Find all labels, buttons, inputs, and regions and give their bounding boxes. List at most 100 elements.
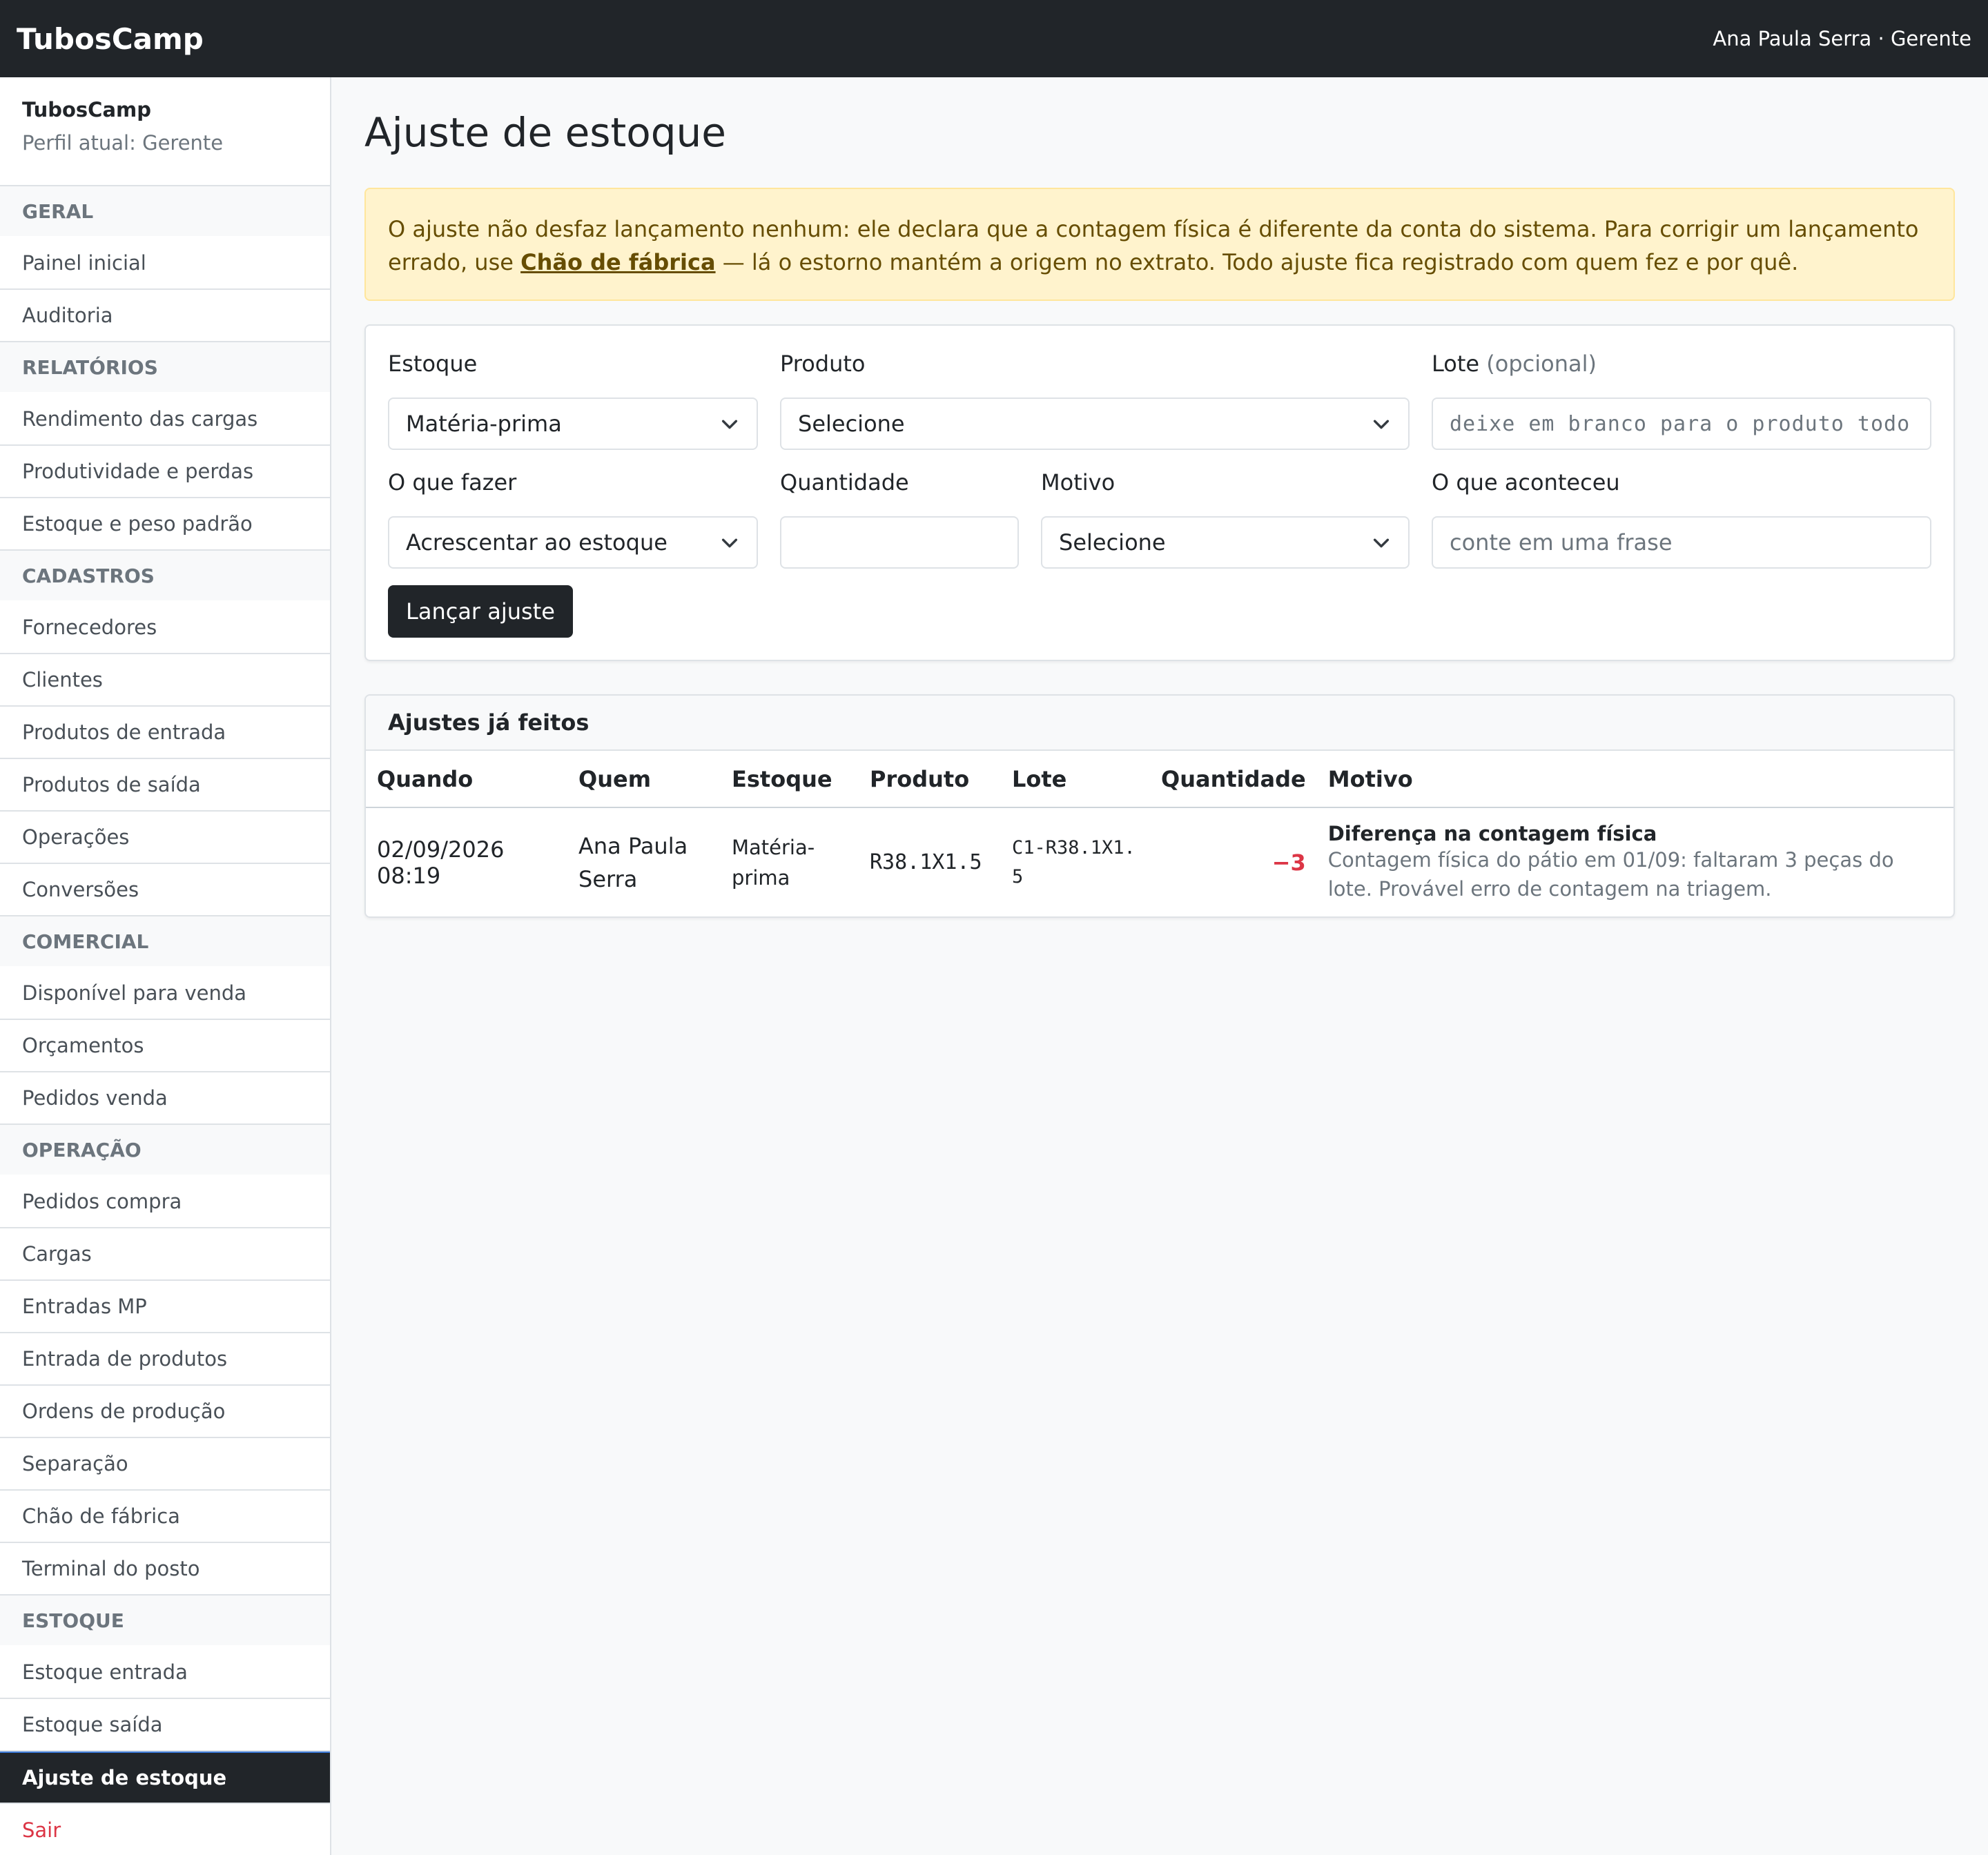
- lote-input[interactable]: deixe em branco para o produto todo: [1432, 398, 1931, 450]
- sidebar-item-clientes[interactable]: Clientes: [0, 654, 330, 707]
- sidebar-section-comercial: COMERCIAL: [0, 916, 330, 968]
- col-estoque[interactable]: Estoque: [721, 751, 859, 808]
- quantidade-label: Quantidade: [780, 469, 909, 495]
- history-header-row: Quando Quem Estoque Produto Lote Quantid…: [366, 751, 1953, 808]
- cell-quando: 02/09/2026 08:19: [377, 836, 505, 889]
- sidebar-item-entradas-mp[interactable]: Entradas MP: [0, 1281, 330, 1333]
- sidebar-section-relatorios: RELATÓRIOS: [0, 342, 330, 393]
- lote-label-optional: (opcional): [1486, 351, 1597, 377]
- cell-estoque: Matéria-prima: [732, 835, 815, 890]
- cell-quantidade: −3: [1271, 849, 1306, 876]
- info-alert: O ajuste não desfaz lançamento nenhum: e…: [364, 188, 1955, 301]
- motivo-description: Contagem física do pátio em 01/09: falta…: [1327, 847, 1894, 901]
- top-navbar: TubosCamp Ana Paula Serra · Gerente: [0, 0, 1988, 77]
- sidebar-item-ajuste[interactable]: Ajuste de estoque: [0, 1751, 330, 1804]
- alert-text-after: — lá o estorno mantém a origem no extrat…: [715, 249, 1799, 275]
- sidebar-section-estoque: ESTOQUE: [0, 1596, 330, 1647]
- cell-lote: C1-R38.1X1.5: [1012, 836, 1136, 887]
- sidebar-profile: Perfil atual: Gerente: [22, 131, 224, 155]
- col-produto[interactable]: Produto: [859, 751, 1001, 808]
- field-lote: Lote (opcional) deixe em branco para o p…: [1432, 351, 1931, 450]
- sidebar-item-terminal[interactable]: Terminal do posto: [0, 1543, 330, 1596]
- sidebar-item-rendimento[interactable]: Rendimento das cargas: [0, 393, 330, 446]
- sidebar-item-estoque-peso[interactable]: Estoque e peso padrão: [0, 498, 330, 551]
- sidebar-item-auditoria[interactable]: Auditoria: [0, 290, 330, 342]
- alert-link-chao-fabrica[interactable]: Chão de fábrica: [520, 249, 715, 275]
- col-motivo[interactable]: Motivo: [1316, 751, 1953, 808]
- submit-adjust-button[interactable]: Lançar ajuste: [388, 585, 573, 638]
- cell-quem: Ana Paula Serra: [578, 832, 688, 892]
- sidebar-company-name: TubosCamp: [22, 98, 152, 121]
- chevron-down-icon: [721, 420, 738, 429]
- sidebar-item-cargas[interactable]: Cargas: [0, 1228, 330, 1281]
- motivo-select[interactable]: Selecione: [1041, 516, 1410, 569]
- sidebar-section-operacao: OPERAÇÃO: [0, 1125, 330, 1176]
- field-estoque: Estoque Matéria-prima: [388, 351, 758, 450]
- acao-label: O que fazer: [388, 469, 517, 495]
- sidebar-section-geral: GERAL: [0, 186, 330, 237]
- adjust-form: Estoque Matéria-prima Produto Selecione …: [364, 324, 1955, 661]
- page-title: Ajuste de estoque: [364, 109, 726, 156]
- aconteceu-input[interactable]: conte em uma frase: [1432, 516, 1931, 569]
- produto-select[interactable]: Selecione: [780, 398, 1410, 450]
- sidebar-item-disponivel[interactable]: Disponível para venda: [0, 968, 330, 1020]
- current-user: Ana Paula Serra · Gerente: [1713, 27, 1971, 50]
- estoque-select[interactable]: Matéria-prima: [388, 398, 758, 450]
- history-card: Ajustes já feitos Quando Quem Estoque Pr…: [364, 694, 1955, 918]
- aconteceu-input-placeholder: conte em uma frase: [1450, 529, 1673, 556]
- field-motivo: Motivo Selecione: [1041, 469, 1410, 569]
- history-title: Ajustes já feitos: [366, 696, 1953, 751]
- sidebar: TubosCamp Perfil atual: Gerente GERAL Pa…: [0, 77, 331, 1855]
- sidebar-item-ordens-producao[interactable]: Ordens de produção: [0, 1386, 330, 1438]
- sidebar-item-separacao[interactable]: Separação: [0, 1438, 330, 1491]
- aconteceu-label: O que aconteceu: [1432, 469, 1620, 495]
- chevron-down-icon: [721, 538, 738, 548]
- sidebar-item-pedidos-venda[interactable]: Pedidos venda: [0, 1072, 330, 1125]
- field-aconteceu: O que aconteceu conte em uma frase: [1432, 469, 1931, 569]
- produto-select-value: Selecione: [798, 411, 905, 437]
- sidebar-item-produtos-entrada[interactable]: Produtos de entrada: [0, 707, 330, 759]
- field-acao: O que fazer Acrescentar ao estoque: [388, 469, 758, 569]
- chevron-down-icon: [1373, 420, 1390, 429]
- motivo-label: Motivo: [1041, 469, 1115, 495]
- motivo-title: Diferença na contagem física: [1327, 821, 1657, 845]
- estoque-select-value: Matéria-prima: [406, 411, 562, 437]
- sidebar-item-orcamentos[interactable]: Orçamentos: [0, 1020, 330, 1072]
- sidebar-item-estoque-saida[interactable]: Estoque saída: [0, 1699, 330, 1751]
- estoque-label: Estoque: [388, 351, 478, 377]
- sidebar-item-produtividade[interactable]: Produtividade e perdas: [0, 446, 330, 498]
- chevron-down-icon: [1373, 538, 1390, 548]
- history-table: Quando Quem Estoque Produto Lote Quantid…: [366, 751, 1953, 916]
- lote-label-text: Lote: [1432, 351, 1480, 377]
- col-quantidade[interactable]: Quantidade: [1150, 751, 1317, 808]
- produto-label: Produto: [780, 351, 866, 377]
- sidebar-section-cadastros: CADASTROS: [0, 551, 330, 602]
- sidebar-item-operacoes[interactable]: Operações: [0, 812, 330, 864]
- col-quem[interactable]: Quem: [567, 751, 721, 808]
- sidebar-item-pedidos-compra[interactable]: Pedidos compra: [0, 1176, 330, 1228]
- cell-motivo: Diferença na contagem física Contagem fí…: [1317, 807, 1953, 916]
- sidebar-item-produtos-saida[interactable]: Produtos de saída: [0, 759, 330, 812]
- cell-produto: R38.1X1.5: [870, 850, 982, 874]
- lote-label: Lote (opcional): [1432, 351, 1931, 384]
- col-lote[interactable]: Lote: [1001, 751, 1150, 808]
- sidebar-item-chao-fabrica[interactable]: Chão de fábrica: [0, 1491, 330, 1543]
- lote-input-placeholder: deixe em branco para o produto todo: [1450, 411, 1911, 436]
- sidebar-item-sair[interactable]: Sair: [0, 1804, 330, 1855]
- sidebar-item-conversoes[interactable]: Conversões: [0, 864, 330, 916]
- sidebar-item-painel[interactable]: Painel inicial: [0, 237, 330, 290]
- quantidade-input[interactable]: [780, 516, 1019, 569]
- motivo-select-value: Selecione: [1059, 529, 1166, 556]
- table-row: 02/09/2026 08:19 Ana Paula Serra Matéria…: [366, 807, 1953, 916]
- acao-select-value: Acrescentar ao estoque: [406, 529, 667, 556]
- acao-select[interactable]: Acrescentar ao estoque: [388, 516, 758, 569]
- main-content: Ajuste de estoque O ajuste não desfaz la…: [364, 77, 1955, 918]
- sidebar-item-fornecedores[interactable]: Fornecedores: [0, 602, 330, 654]
- sidebar-item-estoque-entrada[interactable]: Estoque entrada: [0, 1647, 330, 1699]
- sidebar-header: TubosCamp Perfil atual: Gerente: [0, 77, 330, 186]
- field-quantidade: Quantidade: [780, 469, 1019, 569]
- brand-logo[interactable]: TubosCamp: [17, 22, 204, 56]
- col-quando[interactable]: Quando: [366, 751, 567, 808]
- field-produto: Produto Selecione: [780, 351, 1410, 450]
- sidebar-item-entrada-produtos[interactable]: Entrada de produtos: [0, 1333, 330, 1386]
